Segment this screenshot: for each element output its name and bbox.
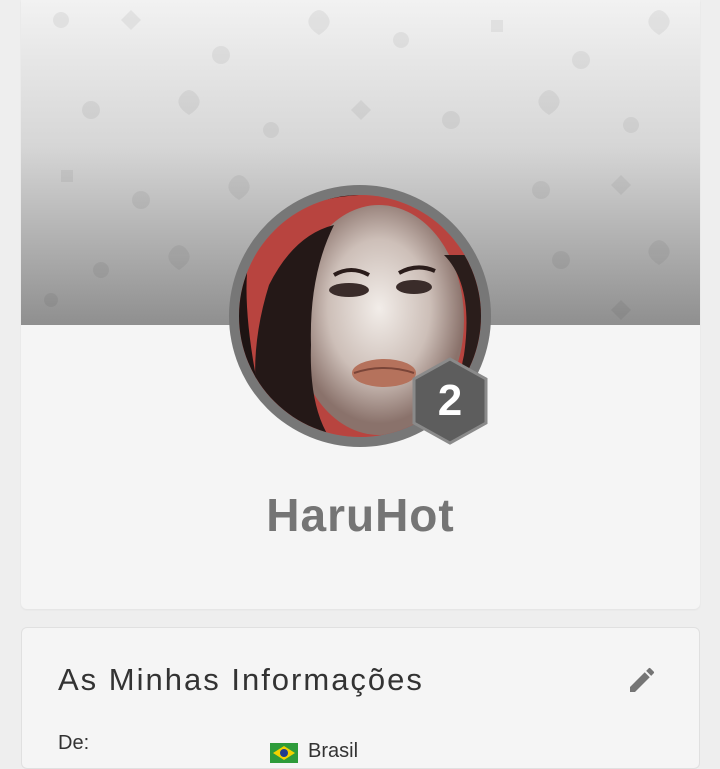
- info-section-title: As Minhas Informações: [58, 662, 424, 697]
- country-value: Brasil: [308, 740, 359, 762]
- pencil-icon[interactable]: [626, 664, 658, 696]
- username: HaruHot: [266, 489, 455, 541]
- level-badge: 2: [410, 357, 490, 445]
- level-number: 2: [437, 376, 463, 425]
- from-label: De:: [58, 732, 90, 754]
- brazil-flag-icon: [270, 743, 298, 763]
- info-card: As Minhas Informações De: Brasil: [21, 627, 700, 769]
- profile-card: 2 HaruHot: [21, 0, 700, 609]
